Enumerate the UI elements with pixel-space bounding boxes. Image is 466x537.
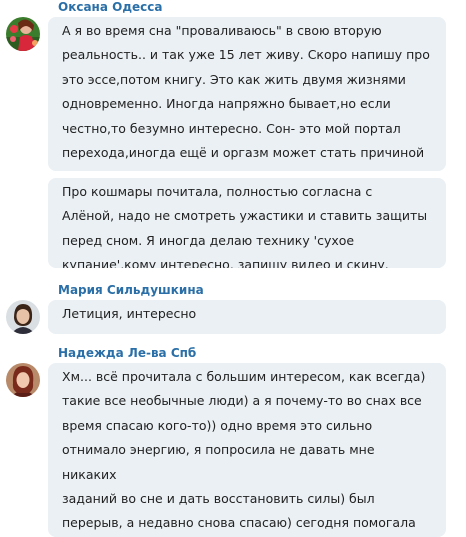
chat-message-list: Оксана Одесса А я во время сна "провалив… <box>0 0 466 537</box>
author-name[interactable]: Надежда Ле-ва Спб <box>58 346 196 360</box>
user-avatar[interactable] <box>6 363 40 397</box>
user-avatar[interactable] <box>6 300 40 334</box>
author-name[interactable]: Оксана Одесса <box>58 0 162 14</box>
message-bubble: Летиция, интересно <box>48 300 446 334</box>
user-avatar[interactable] <box>6 17 40 51</box>
message-bubble: А я во время сна "проваливаюсь" в свою в… <box>48 17 446 171</box>
message-bubble: Про кошмары почитала, полностью согласна… <box>48 178 446 268</box>
user-avatar-nadezhda-icon <box>6 363 40 397</box>
user-avatar-oksana-icon <box>6 17 40 51</box>
user-avatar-maria-icon <box>6 300 40 334</box>
message-bubble: Хм... всё прочитала с большим интересом,… <box>48 363 446 537</box>
author-name[interactable]: Мария Сильдушкина <box>58 283 204 297</box>
